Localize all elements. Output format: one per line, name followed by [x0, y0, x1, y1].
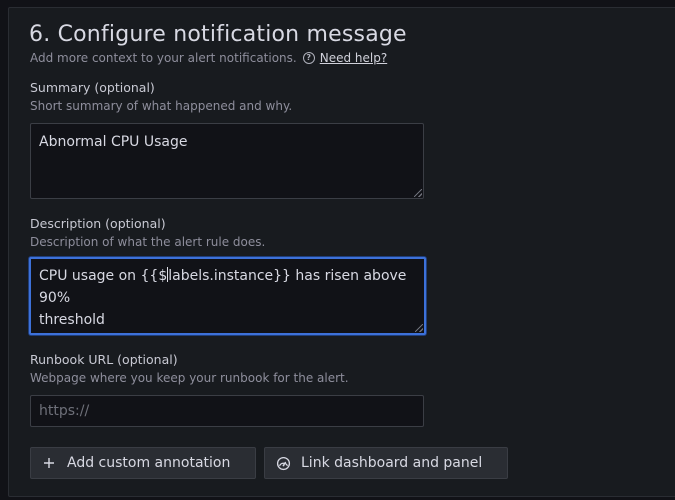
- summary-textarea[interactable]: Abnormal CPU Usage: [30, 123, 424, 199]
- link-dashboard-and-panel-button[interactable]: Link dashboard and panel: [264, 447, 508, 479]
- description-description: Description of what the alert rule does.: [30, 235, 266, 249]
- description-label: Description (optional): [30, 216, 166, 231]
- runbook-url-description: Webpage where you keep your runbook for …: [30, 371, 349, 385]
- resize-handle-icon[interactable]: [415, 324, 423, 332]
- need-help-link[interactable]: Need help?: [320, 51, 387, 65]
- description-textarea[interactable]: CPU usage on {{$labels.instance}} has ri…: [29, 257, 426, 335]
- description-text-part1: CPU usage on {{$: [39, 268, 168, 284]
- dashboard-gauge-icon: [275, 455, 291, 471]
- section-subtitle: Add more context to your alert notificat…: [30, 51, 387, 65]
- section-subtitle-text: Add more context to your alert notificat…: [30, 51, 297, 65]
- summary-description: Short summary of what happened and why.: [30, 99, 293, 113]
- summary-text: Abnormal CPU Usage: [39, 134, 188, 150]
- section-title: 6. Configure notification message: [29, 22, 407, 47]
- link-dashboard-and-panel-label: Link dashboard and panel: [301, 455, 483, 471]
- plus-icon: [41, 455, 57, 471]
- notification-message-panel: 6. Configure notification message Add mo…: [8, 7, 675, 497]
- summary-label: Summary (optional): [30, 80, 155, 95]
- runbook-url-input[interactable]: [30, 395, 424, 427]
- add-custom-annotation-label: Add custom annotation: [67, 455, 231, 471]
- question-circle-icon: ?: [302, 52, 315, 64]
- runbook-url-label: Runbook URL (optional): [30, 352, 178, 367]
- add-custom-annotation-button[interactable]: Add custom annotation: [30, 447, 256, 479]
- resize-handle-icon[interactable]: [414, 189, 422, 197]
- description-text-line2: threshold: [39, 312, 105, 328]
